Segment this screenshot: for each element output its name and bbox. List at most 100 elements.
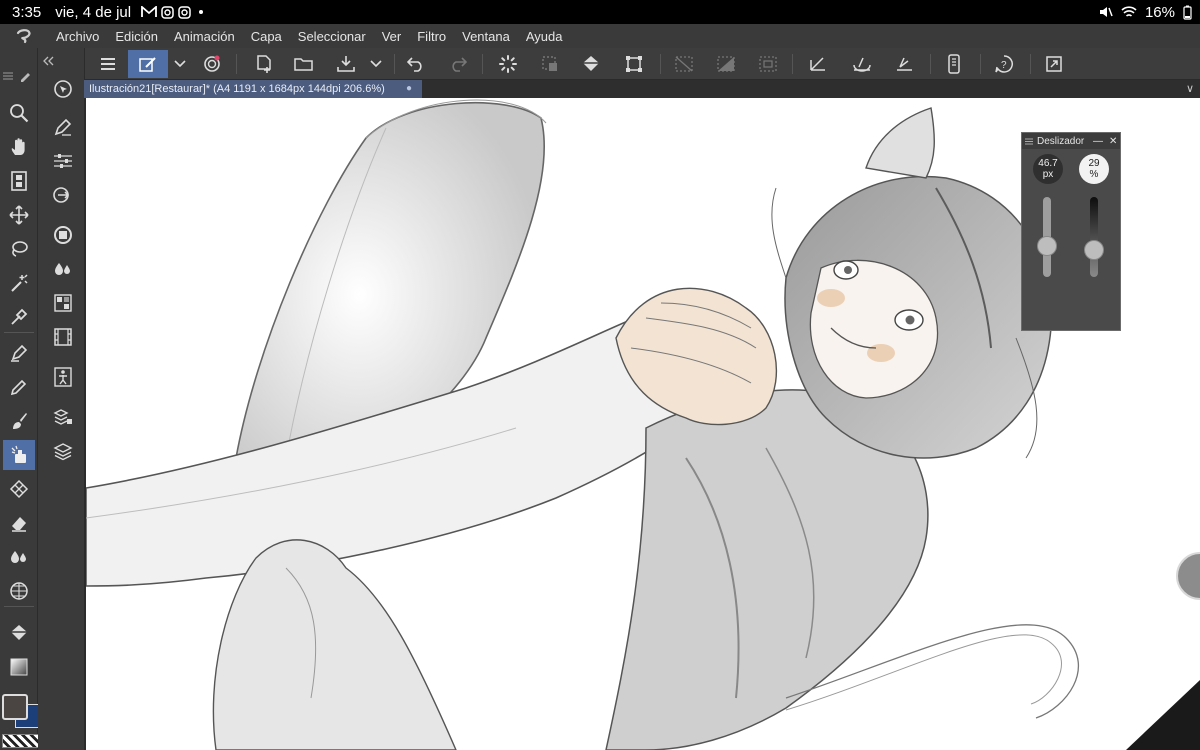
tool-pen[interactable] [3, 338, 35, 368]
layers-button[interactable] [48, 436, 78, 466]
menu-ayuda[interactable]: Ayuda [518, 29, 571, 44]
tab-close-dot-icon[interactable]: ● [406, 80, 412, 98]
tool-lasso[interactable] [3, 234, 35, 264]
tool-frame-border[interactable] [3, 166, 35, 196]
pen-small-icon [21, 73, 30, 82]
color-set-button[interactable] [48, 288, 78, 318]
figure-icon [54, 367, 72, 387]
intermediate-color-button[interactable] [48, 254, 78, 284]
decoration-icon [9, 479, 29, 499]
tool-eyedropper[interactable] [3, 302, 35, 332]
paint-bucket-icon[interactable] [578, 50, 606, 78]
menu-filtro[interactable]: Filtro [409, 29, 454, 44]
color-drops-icon [55, 263, 70, 275]
main-color-swatch[interactable] [2, 694, 28, 720]
tool-figure[interactable] [3, 576, 35, 606]
tool-fill[interactable] [3, 618, 35, 648]
gradient-icon [10, 658, 28, 676]
color-wheel-button[interactable] [48, 220, 78, 250]
edit-mode-button[interactable] [128, 50, 168, 78]
opacity-slider-knob[interactable] [1084, 239, 1104, 260]
deselect-icon [754, 50, 782, 78]
menu-edicion[interactable]: Edición [107, 29, 166, 44]
tool-zoom[interactable] [3, 98, 35, 128]
save-icon[interactable] [332, 50, 360, 78]
ruler-snap-icon[interactable] [804, 50, 832, 78]
menu-capa[interactable]: Capa [243, 29, 290, 44]
chevron-down-icon[interactable] [168, 50, 192, 78]
save-options-chevron-icon[interactable] [364, 50, 388, 78]
open-folder-icon[interactable] [290, 50, 318, 78]
color-wheel-icon [54, 226, 72, 244]
navigator-icon [54, 80, 72, 98]
menu-seleccionar[interactable]: Seleccionar [290, 29, 374, 44]
magic-wand-icon [11, 274, 28, 292]
brush-size-readout[interactable]: 46.7 px [1033, 154, 1063, 184]
tool-blend[interactable] [3, 542, 35, 572]
menu-animacion[interactable]: Animación [166, 29, 243, 44]
tool-brush[interactable] [3, 406, 35, 436]
smartphone-icon[interactable] [940, 50, 968, 78]
tab-menu-chevron-icon[interactable]: ∨ [1186, 80, 1194, 98]
menu-archivo[interactable]: Archivo [48, 29, 107, 44]
clock: 3:35 [12, 3, 42, 21]
sub-tool-bar [38, 48, 85, 750]
tool-pencil[interactable] [3, 372, 35, 402]
tool-auto-select[interactable] [3, 268, 35, 298]
clip-studio-logo-icon[interactable] [0, 24, 48, 48]
magnifier-icon [10, 104, 29, 123]
navigator-button[interactable] [48, 74, 78, 104]
tool-eraser[interactable] [3, 508, 35, 538]
color-set-icon [54, 294, 72, 312]
new-canvas-icon[interactable] [250, 50, 278, 78]
slider-panel-header[interactable]: Deslizador — ✕ [1022, 133, 1120, 149]
tool-hand[interactable] [3, 132, 35, 162]
layer-property-button[interactable] [48, 402, 78, 432]
panel-grip-icon[interactable] [1025, 138, 1033, 145]
sub-collapse-icon[interactable] [42, 53, 54, 71]
tool-airbrush[interactable] [3, 440, 35, 470]
special-ruler-snap-icon[interactable] [848, 50, 876, 78]
loading-spinner-icon[interactable] [494, 50, 522, 78]
wifi-icon [1121, 5, 1137, 17]
pen-nib-icon [54, 118, 72, 136]
battery-icon [1183, 5, 1192, 20]
hamburger-menu-icon[interactable] [94, 50, 122, 78]
status-bar: 3:35 vie, 4 de jul 16% [0, 0, 1200, 24]
grid-snap-icon[interactable] [890, 50, 918, 78]
menu-ventana[interactable]: Ventana [454, 29, 518, 44]
close-icon[interactable]: ✕ [1109, 136, 1117, 147]
timeline-button[interactable] [48, 322, 78, 352]
document-tab-label: Ilustración21[Restaurar]* (A4 1191 x 168… [89, 83, 385, 95]
minimize-icon[interactable]: — [1093, 136, 1103, 147]
svg-text:?: ? [1001, 60, 1007, 71]
pen-icon [11, 344, 28, 362]
document-tab[interactable]: Ilustración21[Restaurar]* (A4 1191 x 168… [84, 80, 422, 98]
document-tab-bar: Ilustración21[Restaurar]* (A4 1191 x 168… [84, 80, 1200, 98]
clip-studio-assets-icon[interactable] [198, 50, 226, 78]
transform-icon[interactable] [620, 50, 648, 78]
sub-tool-button[interactable] [48, 112, 78, 142]
fullscreen-icon[interactable] [1040, 50, 1068, 78]
blend-drops-icon [11, 551, 26, 563]
brush-size-slider-knob[interactable] [1037, 236, 1057, 256]
brush-size-button[interactable] [48, 180, 78, 210]
tool-property-button[interactable] [48, 146, 78, 176]
opacity-slider-track[interactable] [1090, 197, 1098, 277]
tool-move[interactable] [3, 200, 35, 230]
help-icon[interactable]: ? [990, 50, 1018, 78]
3d-material-button[interactable] [48, 362, 78, 392]
tool-gradient[interactable] [3, 652, 35, 682]
globe-grid-icon [10, 582, 28, 600]
undo-icon[interactable] [402, 50, 430, 78]
menu-bar: Archivo Edición Animación Capa Seleccion… [0, 24, 1200, 48]
opacity-readout[interactable]: 29 % [1079, 154, 1109, 184]
transparent-color-swatch[interactable] [2, 734, 40, 748]
redo-icon[interactable] [444, 50, 472, 78]
system-tray: 16% [1099, 4, 1192, 21]
palette-menu-icon[interactable] [3, 72, 13, 80]
opacity-unit: % [1089, 169, 1099, 180]
tool-decoration[interactable] [3, 474, 35, 504]
filmstrip-icon [54, 328, 72, 346]
menu-ver[interactable]: Ver [374, 29, 410, 44]
